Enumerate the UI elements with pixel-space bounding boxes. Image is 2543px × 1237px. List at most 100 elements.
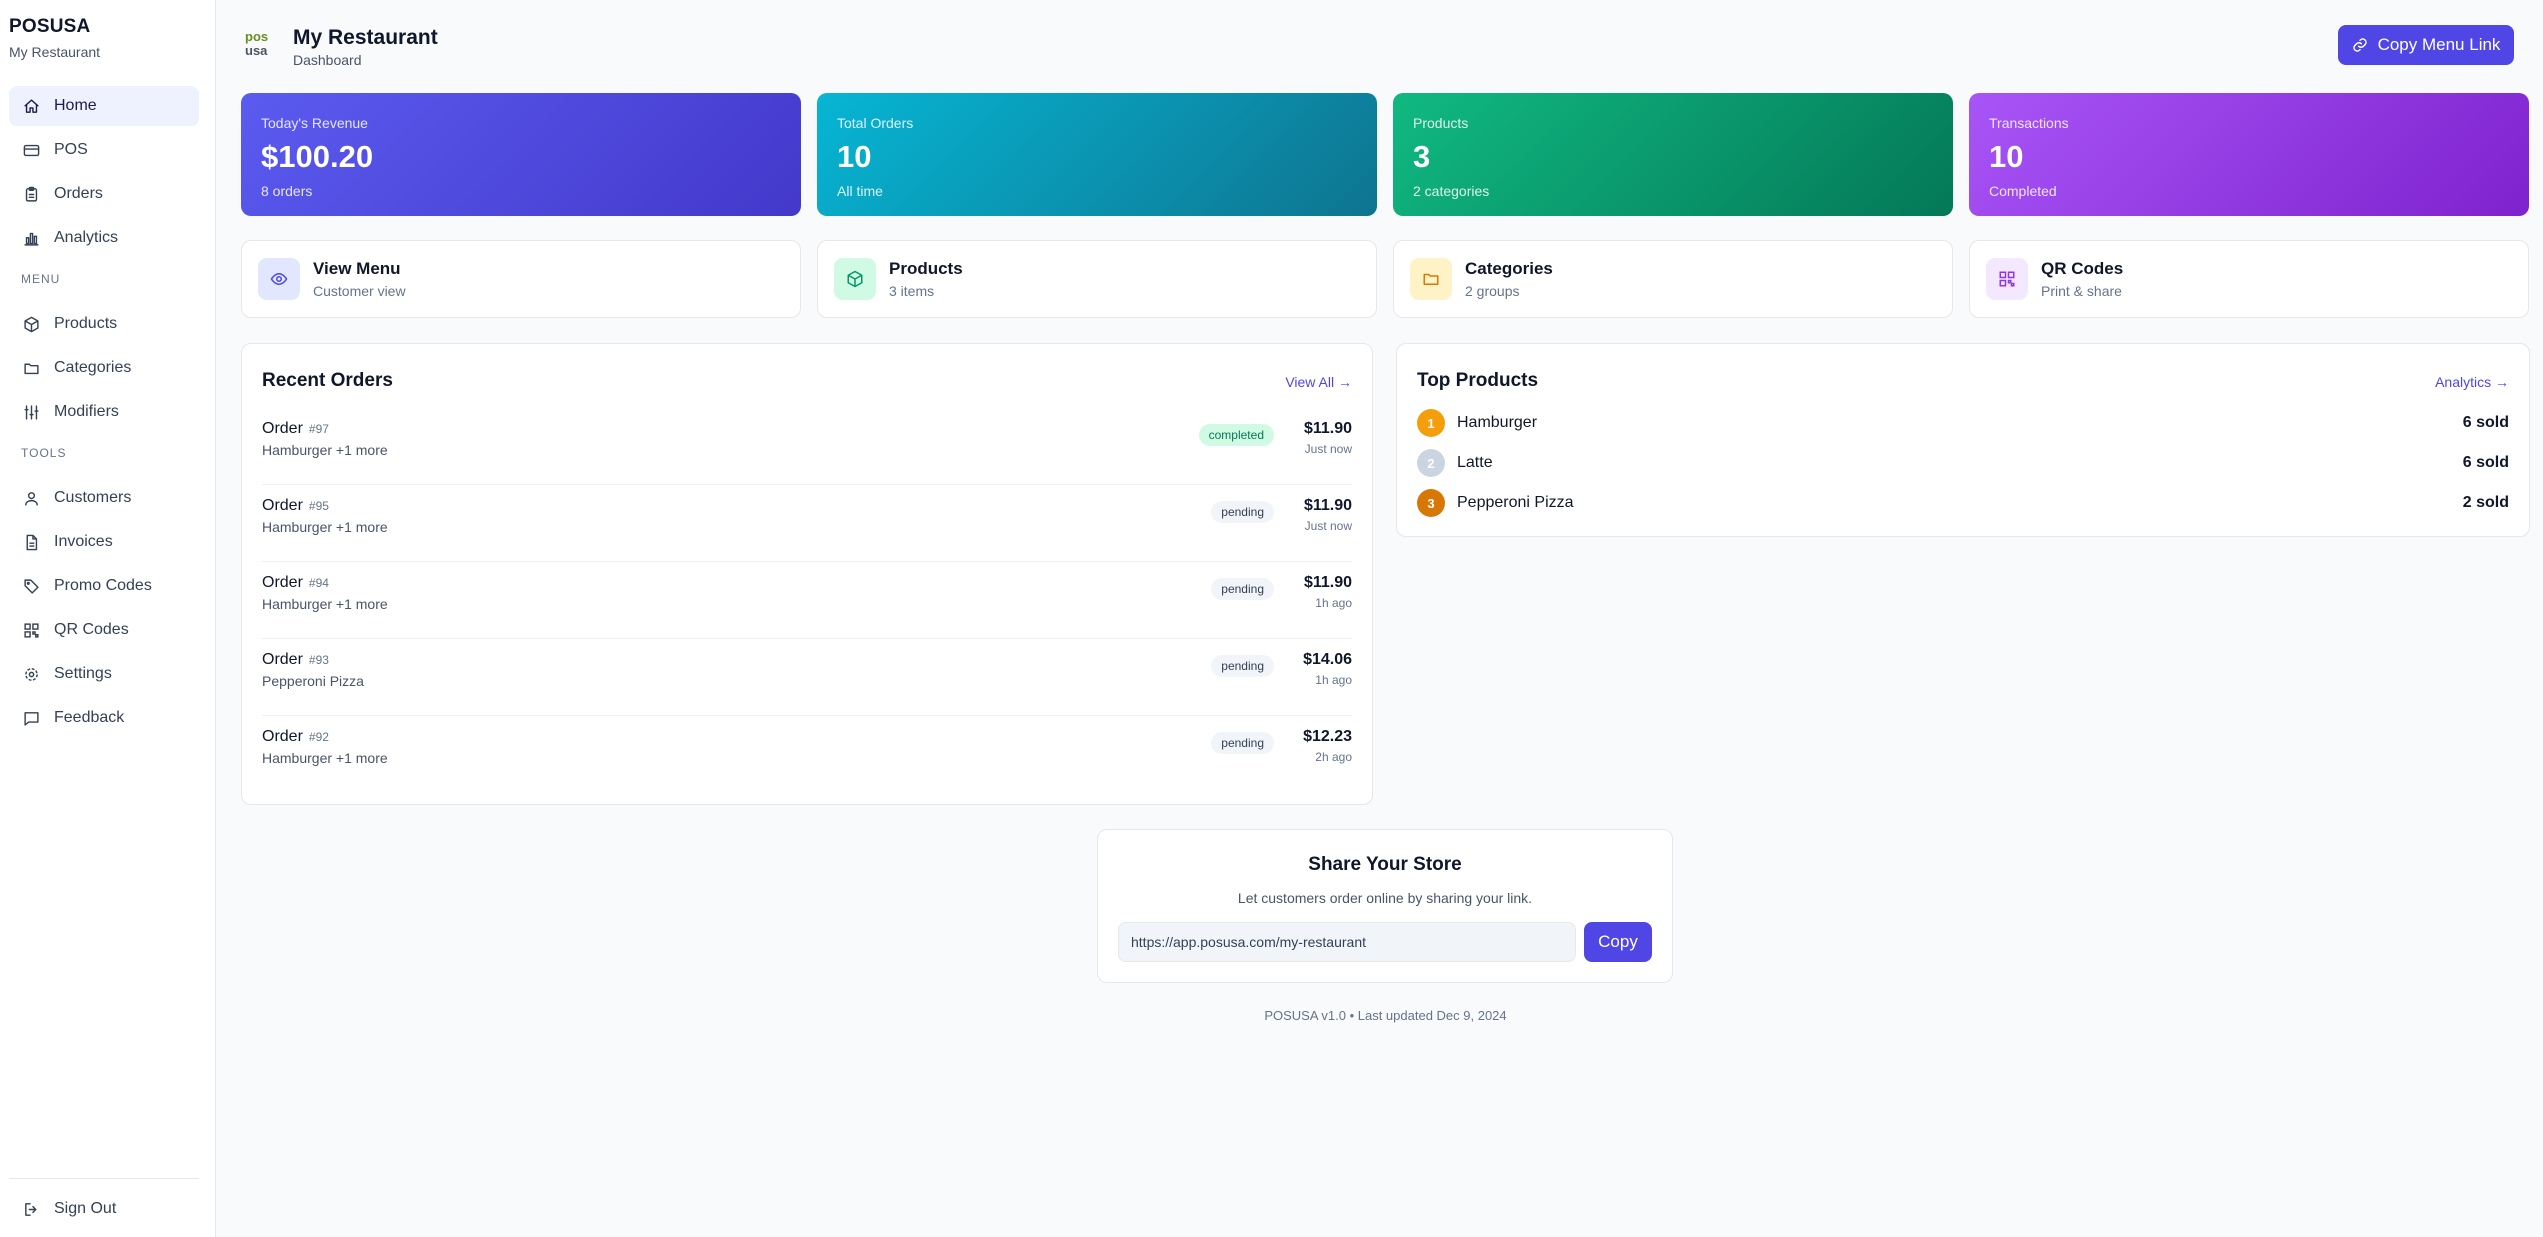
order-items: Hamburger +1 more	[262, 596, 388, 612]
main-nav: Home POS Orders Analytics MENU Products …	[9, 86, 199, 742]
copy-menu-link-button[interactable]: Copy Menu Link	[2338, 25, 2514, 65]
order-number: #92	[308, 730, 329, 744]
view-all-orders-link[interactable]: View All →	[1285, 374, 1352, 390]
sidebar-item-promo-codes[interactable]: Promo Codes	[9, 566, 199, 606]
page-header: pos usa My Restaurant Dashboard Copy Men…	[241, 22, 2530, 70]
top-product-sold: 6 sold	[2462, 414, 2509, 431]
rank-badge: 3	[1417, 489, 1445, 517]
sidebar-item-label: Categories	[54, 359, 132, 376]
store-url-input[interactable]	[1118, 922, 1576, 962]
sidebar-item-products[interactable]: Products	[9, 304, 199, 344]
stat-card-orders: Total Orders 10 All time	[817, 93, 1377, 216]
top-product-name: Latte	[1457, 454, 1493, 471]
quick-link-categories[interactable]: Categories 2 groups	[1393, 240, 1953, 318]
box-icon	[24, 316, 39, 332]
order-amount: $11.90	[1303, 574, 1352, 591]
sign-out-button[interactable]: Sign Out	[9, 1189, 199, 1229]
sidebar-item-label: Analytics	[54, 229, 119, 246]
rank-badge: 2	[1417, 449, 1445, 477]
sidebar-item-qr-codes[interactable]: QR Codes	[9, 610, 199, 650]
quick-link-view-menu[interactable]: View Menu Customer view	[241, 240, 801, 318]
order-time: 2h ago	[1315, 750, 1352, 764]
share-store-subtitle: Let customers order online by sharing yo…	[1237, 890, 1533, 906]
stat-sub: All time	[837, 183, 883, 199]
sidebar-item-label: Invoices	[54, 533, 113, 550]
order-row[interactable]: Order #97 Hamburger +1 more completed $11…	[262, 408, 1352, 485]
quick-link-title: Products	[889, 259, 963, 278]
quick-link-sub: 3 items	[889, 283, 935, 299]
home-icon	[24, 98, 39, 113]
quick-link-qr-codes[interactable]: QR Codes Print & share	[1969, 240, 2529, 318]
order-amount: $14.06	[1303, 651, 1352, 668]
tools-section-label: TOOLS	[21, 446, 67, 460]
status-badge: pending	[1211, 501, 1274, 523]
bar-chart-icon	[24, 232, 39, 246]
stat-sub: Completed	[1989, 183, 2057, 199]
sidebar-item-label: Promo Codes	[54, 577, 152, 594]
sidebar-item-label: Home	[54, 97, 97, 114]
order-row[interactable]: Order #94 Hamburger +1 more pending $11.9…	[262, 562, 1352, 639]
main-content: pos usa My Restaurant Dashboard Copy Men…	[241, 0, 2530, 1237]
order-amount: $11.90	[1303, 497, 1352, 514]
rank-badge: 1	[1417, 409, 1445, 437]
order-amount: $12.23	[1303, 728, 1352, 745]
sidebar-item-categories[interactable]: Categories	[9, 348, 199, 388]
sidebar-item-analytics[interactable]: Analytics	[9, 218, 199, 258]
recent-orders-title: Recent Orders	[262, 370, 393, 391]
users-icon	[25, 491, 38, 506]
sign-out-icon	[25, 1202, 37, 1216]
quick-link-text: QR Codes Print & share	[2041, 259, 2123, 299]
stat-value: 10	[1989, 139, 2024, 174]
sidebar-item-label: Products	[54, 315, 118, 332]
sidebar-item-home[interactable]: Home	[9, 86, 199, 126]
sidebar-item-modifiers[interactable]: Modifiers	[9, 392, 199, 432]
logo-text-top: pos	[245, 29, 269, 44]
order-items: Hamburger +1 more	[262, 519, 388, 535]
sidebar-item-invoices[interactable]: Invoices	[9, 522, 199, 562]
order-name-line: Order #92	[262, 728, 329, 746]
quick-link-products[interactable]: Products 3 items	[817, 240, 1377, 318]
credit-card-icon	[23, 144, 40, 156]
stat-card-products: Products 3 2 categories	[1393, 93, 1953, 216]
stat-value: $100.20	[261, 139, 374, 174]
sliders-icon	[24, 404, 39, 420]
order-items: Pepperoni Pizza	[262, 673, 364, 689]
order-number: #93	[308, 653, 329, 667]
stat-value: 10	[837, 139, 872, 174]
quick-link-icon-wrap	[834, 258, 876, 300]
gear-icon	[25, 667, 38, 681]
sidebar-item-orders[interactable]: Orders	[9, 174, 199, 214]
sign-out-label: Sign Out	[54, 1200, 117, 1217]
sidebar-item-pos[interactable]: POS	[9, 130, 199, 170]
copy-url-button[interactable]: Copy	[1584, 922, 1652, 962]
sidebar-item-customers[interactable]: Customers	[9, 478, 199, 518]
top-product-name: Hamburger	[1457, 414, 1538, 431]
order-row[interactable]: Order #92 Hamburger +1 more pending $12.2…	[262, 716, 1352, 793]
folder-icon	[24, 363, 39, 374]
brand-title: POSUSA	[9, 16, 91, 37]
stat-label: Transactions	[1989, 115, 2069, 131]
store-name: My Restaurant	[9, 44, 101, 60]
page-title: My Restaurant	[293, 26, 438, 49]
order-row[interactable]: Order #93 Pepperoni Pizza pending $14.06 …	[262, 639, 1352, 716]
signout-section: Sign Out	[9, 1178, 199, 1233]
order-number: #94	[308, 576, 329, 590]
order-amount: $11.90	[1303, 420, 1352, 437]
order-name-line: Order #97	[262, 420, 329, 438]
tag-icon	[24, 578, 39, 594]
analytics-link[interactable]: Analytics →	[2435, 374, 2509, 390]
stat-value: 3	[1413, 139, 1431, 174]
order-time: 1h ago	[1315, 596, 1352, 610]
quick-link-icon-wrap	[1986, 258, 2028, 300]
quick-link-text: Products 3 items	[889, 259, 963, 299]
page-subtitle: Dashboard	[293, 52, 362, 68]
quick-link-title: View Menu	[313, 259, 401, 278]
stat-sub: 8 orders	[261, 183, 313, 199]
order-row[interactable]: Order #95 Hamburger +1 more pending $11.9…	[262, 485, 1352, 562]
sidebar-item-feedback[interactable]: Feedback	[9, 698, 199, 738]
box-icon	[847, 270, 863, 288]
top-product-sold: 6 sold	[2462, 454, 2509, 471]
sidebar-item-settings[interactable]: Settings	[9, 654, 199, 694]
top-product-row: 1 Hamburger 6 sold	[1417, 406, 2509, 442]
logo-text-bottom: usa	[245, 43, 268, 58]
